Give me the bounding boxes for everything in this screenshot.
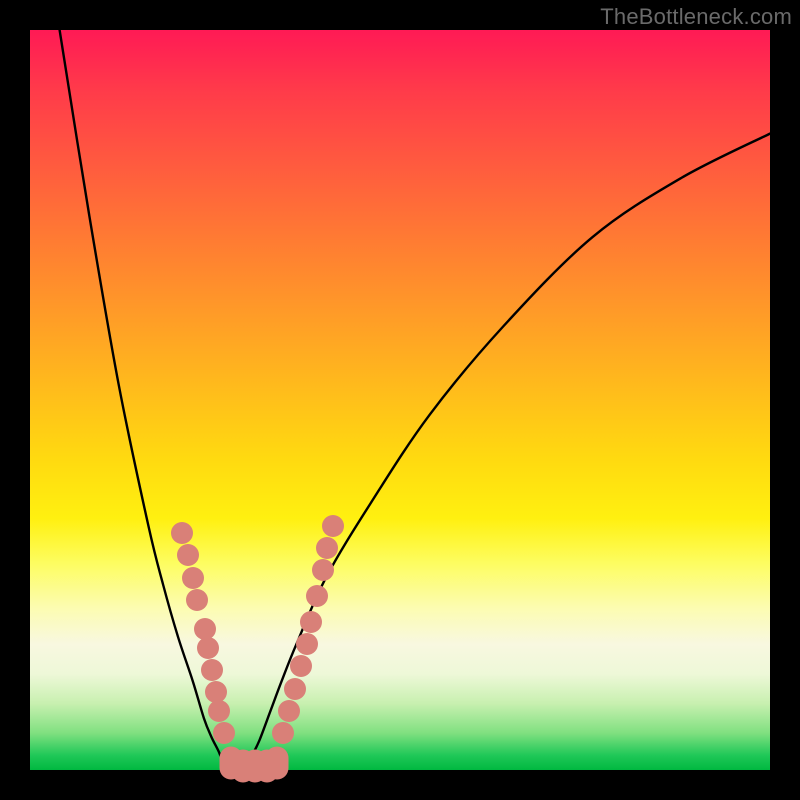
left-dot-1 [177, 544, 199, 566]
bottom-bead-4 [266, 746, 289, 779]
right-dot-5 [300, 611, 322, 633]
right-dot-2 [284, 678, 306, 700]
right-branch-curve [245, 134, 770, 767]
right-dot-6 [306, 585, 328, 607]
left-dot-6 [201, 659, 223, 681]
left-dot-0 [171, 522, 193, 544]
left-dot-3 [186, 589, 208, 611]
left-dot-8 [208, 700, 230, 722]
right-dot-8 [316, 537, 338, 559]
left-dot-9 [213, 722, 235, 744]
curve-layer [30, 30, 770, 770]
right-dot-4 [296, 633, 318, 655]
right-dot-9 [322, 515, 344, 537]
left-dot-2 [182, 567, 204, 589]
plot-area [30, 30, 770, 770]
watermark-text: TheBottleneck.com [600, 4, 792, 30]
right-dot-7 [312, 559, 334, 581]
left-dot-5 [197, 637, 219, 659]
right-dot-1 [278, 700, 300, 722]
right-dot-0 [272, 722, 294, 744]
right-dot-3 [290, 655, 312, 677]
chart-container: TheBottleneck.com [0, 0, 800, 800]
